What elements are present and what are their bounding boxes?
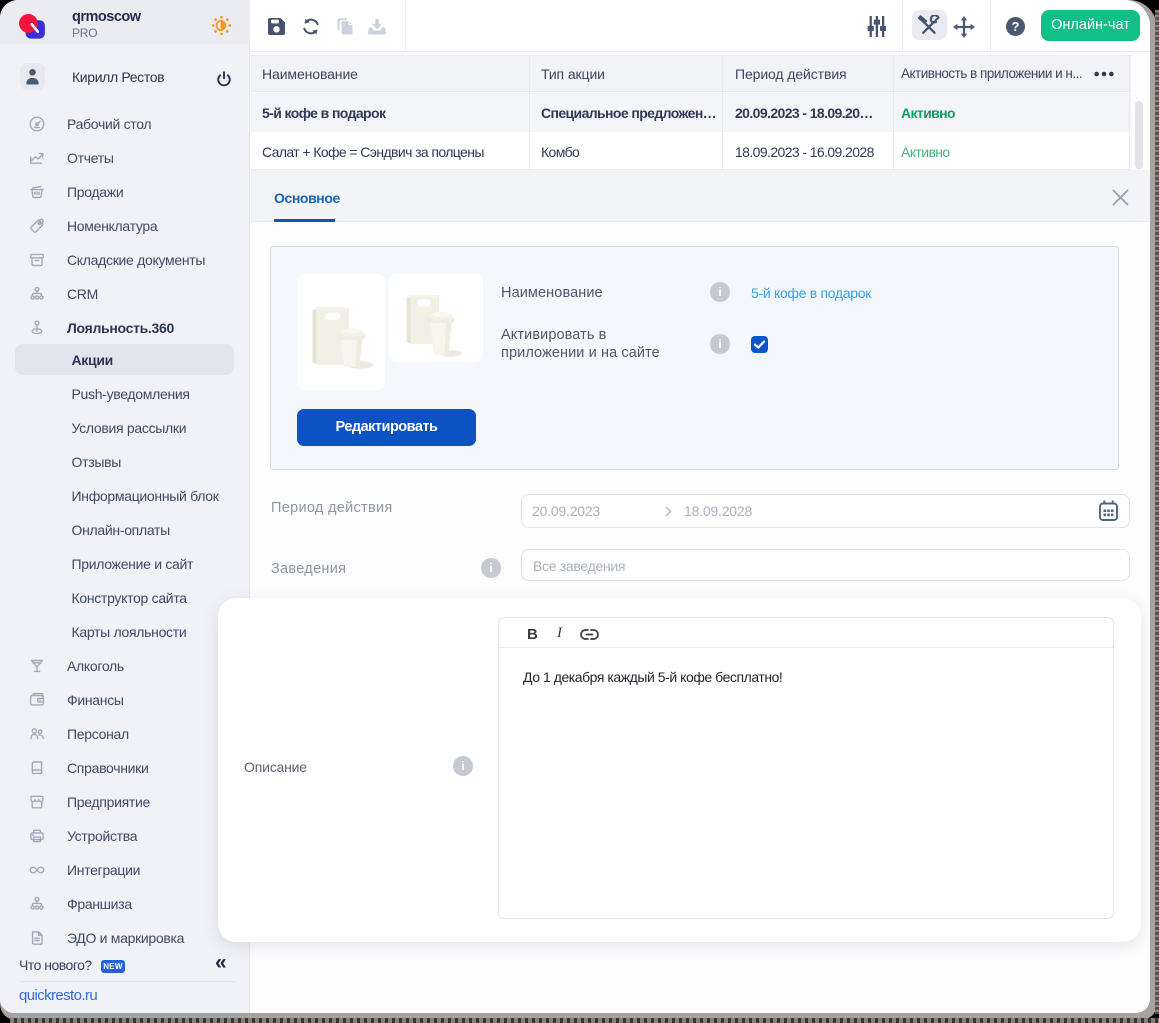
svg-text:?: ? — [1012, 19, 1020, 34]
